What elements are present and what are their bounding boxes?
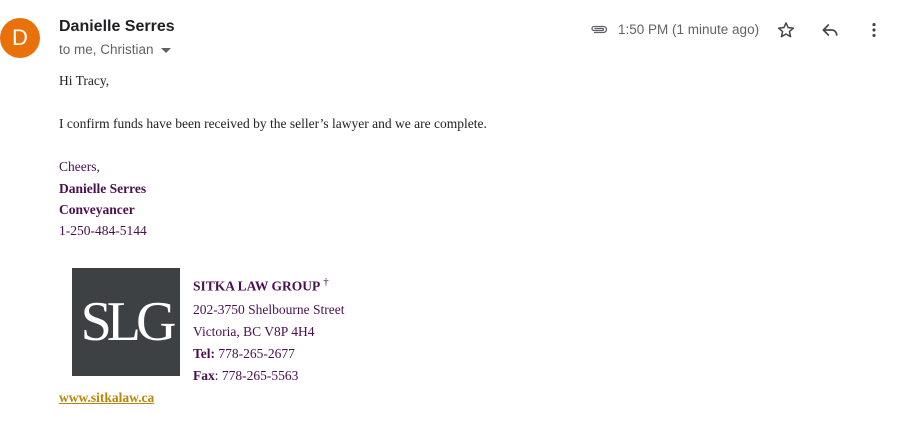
message-meta: 1:50 PM (1 minute ago) [590, 18, 759, 40]
message-text: I confirm funds have been received by th… [59, 116, 487, 131]
firm-address-line1: 202-3750 Shelbourne Street [193, 302, 345, 317]
firm-fax: Fax: 778-265-5563 [193, 368, 298, 384]
tel-label: Tel: [193, 346, 216, 361]
firm-name: SITKA LAW GROUP † [193, 276, 329, 295]
sender-avatar[interactable]: D [0, 18, 40, 58]
website-link[interactable]: www.sitkalaw.ca [59, 390, 154, 406]
star-icon [777, 22, 795, 38]
signature-name: Danielle Serres [59, 181, 147, 196]
fax-value: : 778-265-5563 [214, 368, 299, 383]
recipients-line[interactable]: to me, Christian [59, 42, 171, 57]
firm-name-text: SITKA LAW GROUP [193, 278, 321, 294]
paperclip-icon[interactable] [590, 23, 608, 35]
firm-mark: † [323, 276, 329, 288]
star-button[interactable] [774, 18, 798, 42]
signature-closing: Cheers, [59, 159, 100, 174]
fax-label: Fax [193, 368, 215, 383]
firm-telephone: Tel: 778-265-2677 [193, 346, 295, 362]
firm-address-line2: Victoria, BC V8P 4H4 [193, 324, 315, 339]
recipients-text: to me, Christian [59, 42, 154, 57]
more-options-button[interactable] [862, 18, 886, 42]
tel-value: 778-265-2677 [215, 346, 295, 361]
reply-button[interactable] [818, 18, 842, 42]
more-vert-icon [872, 23, 876, 37]
reply-icon [822, 24, 838, 36]
chevron-down-icon[interactable] [160, 48, 171, 53]
signature-phone: 1-250-484-5144 [59, 223, 147, 238]
signature-title: Conveyancer [59, 202, 135, 217]
firm-logo: SLG [72, 268, 180, 376]
message-timestamp: 1:50 PM (1 minute ago) [618, 21, 760, 37]
sender-name[interactable]: Danielle Serres [59, 18, 175, 36]
greeting-text: Hi Tracy, [59, 73, 110, 88]
